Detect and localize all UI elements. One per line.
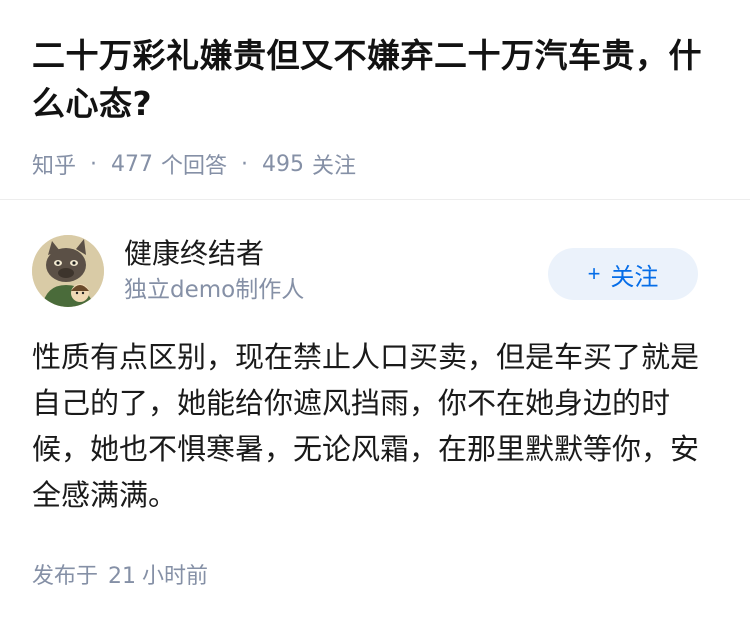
source-label[interactable]: 知乎 [32, 148, 76, 180]
author-bio: 独立demo制作人 [124, 277, 305, 303]
question-title[interactable]: 二十万彩礼嫌贵但又不嫌弃二十万汽车贵，什么心态? [32, 32, 718, 128]
follow-count-label: 关注 [312, 154, 357, 179]
post-time-suffix: 小时前 [142, 564, 209, 589]
post-time-number: 21 [108, 564, 137, 589]
follow-count: 495 [262, 151, 305, 177]
post-time-prefix: 发布于 [32, 564, 99, 589]
plus-icon: + [587, 261, 601, 286]
avatar[interactable] [32, 235, 104, 307]
answer-card: 健康终结者 独立demo制作人 + 关注 性质有点区别，现在禁止人口买卖，但是车… [0, 200, 750, 590]
follow-button[interactable]: + 关注 [548, 248, 698, 300]
follow-button-label: 关注 [610, 263, 659, 291]
answer-count-label[interactable]: 个回答 [161, 148, 227, 180]
answer-content[interactable]: 性质有点区别，现在禁止人口买卖，但是车买了就是自己的了，她能给你遮风挡雨，你不在… [32, 334, 704, 518]
avatar-illustration-icon [32, 235, 104, 307]
author-info: 健康终结者 独立demo制作人 [124, 236, 548, 306]
answer-count: 477 [111, 151, 154, 177]
meta-separator: · [241, 151, 249, 177]
question-meta: 知乎 · 477 个回答 · 495 关注 [32, 148, 718, 180]
author-row: 健康终结者 独立demo制作人 + 关注 [32, 234, 718, 308]
question-header: 二十万彩礼嫌贵但又不嫌弃二十万汽车贵，什么心态? 知乎 · 477 个回答 · … [0, 0, 750, 200]
post-time: 发布于 21 小时前 [32, 558, 718, 590]
author-name[interactable]: 健康终结者 [124, 236, 548, 272]
meta-separator: · [90, 151, 98, 177]
